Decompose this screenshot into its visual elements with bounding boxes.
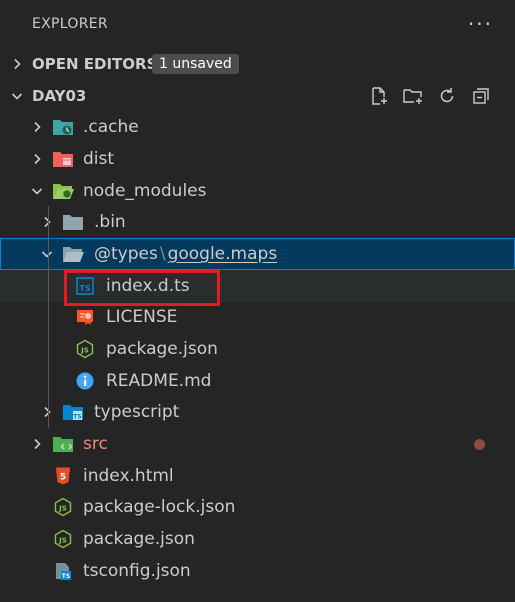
tree-item-tsconfig-json[interactable]: TS tsconfig.json [0,555,515,587]
tree-item-license[interactable]: LICENSE [0,302,515,334]
svg-text:JS: JS [58,505,67,513]
types-segment[interactable]: @types [94,244,158,264]
tree-item-label: package.json [106,339,218,360]
tsconfig-icon: TS [52,560,74,582]
folder-cache-icon [52,116,74,138]
chevron-right-icon [40,215,54,229]
nodejs-json-icon: JS [74,338,96,360]
tree-item-label: index.html [83,465,174,486]
tree-item-typescript[interactable]: TS typescript [0,397,515,429]
highlight-box [64,270,220,306]
new-file-icon[interactable] [367,84,391,108]
open-editors-label: OPEN EDITORS [32,54,158,73]
tree-item-bin[interactable]: .bin [0,206,515,238]
chevron-right-icon [40,405,54,419]
folder-node-modules-open-icon [52,180,74,202]
svg-text:5: 5 [60,472,66,482]
tree-item-label: package.json [83,529,195,550]
tree-item-package-json[interactable]: JS package.json [0,523,515,555]
collapse-all-icon[interactable] [469,84,493,108]
tree-item-label: dist [83,148,115,169]
chevron-down-icon [40,247,54,261]
tree-item-cache[interactable]: .cache [0,111,515,143]
tree-item-label: node_modules [83,180,207,201]
info-icon [74,370,96,392]
refresh-icon[interactable] [435,84,459,108]
tree-item-label: package-lock.json [83,497,236,518]
chevron-right-icon [10,57,24,71]
chevron-right-icon [30,120,44,134]
html5-icon: 5 [52,465,74,487]
tree-item-label: .bin [94,212,126,233]
explorer-title: EXPLORER [32,16,108,32]
folder-open-icon [62,243,84,265]
folder-dist-icon [52,148,74,170]
tree-item-types-google-maps[interactable]: @types \ google.maps [0,238,515,270]
tree-item-package-lock-json[interactable]: JS package-lock.json [0,492,515,524]
folder-typescript-icon: TS [62,401,84,423]
tree-item-label: @types \ google.maps [94,244,277,264]
tree-item-label: LICENSE [106,307,178,328]
modified-indicator [474,438,485,450]
tree-item-index-html[interactable]: 5 index.html [0,460,515,492]
svg-text:TS: TS [73,414,81,421]
file-tree: .cache dist node_modules .bin @types \ goo… [0,111,515,586]
chevron-down-icon [30,184,44,198]
folder-src-icon [52,433,74,455]
nodejs-json-icon: JS [52,496,74,518]
tree-item-readme[interactable]: README.md [0,365,515,397]
google-maps-segment[interactable]: google.maps [168,244,278,264]
tree-item-node-modules[interactable]: node_modules [0,175,515,207]
new-folder-icon[interactable] [401,84,425,108]
tree-item-label: src [83,434,108,455]
workspace-label: DAY03 [32,86,87,105]
tree-item-label: tsconfig.json [83,560,191,581]
folder-icon [62,211,84,233]
explorer-header: EXPLORER ··· [0,0,515,48]
open-editors-section[interactable]: OPEN EDITORS 1 unsaved [0,48,515,80]
chevron-right-icon [30,437,44,451]
unsaved-badge: 1 unsaved [152,53,239,74]
explorer-actions [367,84,493,108]
tree-item-label: .cache [83,117,139,138]
tree-item-package-json-inner[interactable]: JS package.json [0,333,515,365]
nodejs-json-icon: JS [52,528,74,550]
svg-text:TS: TS [62,573,70,580]
tree-item-dist[interactable]: dist [0,143,515,175]
workspace-folder-day03[interactable]: DAY03 [0,80,515,112]
chevron-down-icon [10,89,24,103]
tree-item-label: typescript [94,402,180,423]
license-icon [74,306,96,328]
more-actions-button[interactable]: ··· [468,12,493,36]
indent-guide [48,206,49,429]
svg-text:JS: JS [58,537,67,545]
tree-item-src[interactable]: src [0,428,515,460]
chevron-right-icon [30,152,44,166]
svg-text:JS: JS [80,347,89,355]
tree-item-label: README.md [106,370,212,391]
path-separator: \ [159,243,166,264]
